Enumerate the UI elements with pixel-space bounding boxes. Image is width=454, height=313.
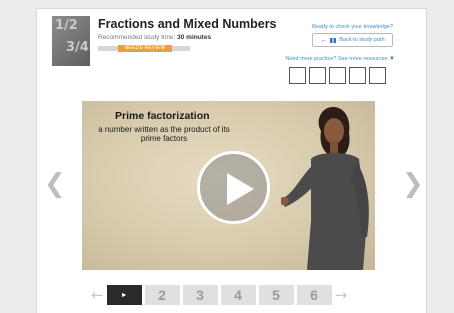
- bars-icon: [330, 37, 337, 43]
- more-resources-label: Need more practice? See more resources: [285, 56, 388, 62]
- thumbnail-fraction-bottom: 3/4: [66, 40, 89, 55]
- play-icon: [227, 173, 254, 205]
- resource-box-2[interactable]: [309, 67, 326, 84]
- caret-down-icon: ▼: [389, 56, 395, 62]
- study-time: Recommended study time: 30 minutes: [98, 34, 211, 41]
- segment-6[interactable]: 6: [296, 285, 332, 305]
- study-time-label: Recommended study time:: [98, 34, 176, 41]
- check-knowledge-link[interactable]: Ready to check your knowledge?: [312, 24, 393, 30]
- presenter-image: [281, 107, 369, 270]
- play-button[interactable]: [197, 151, 270, 224]
- chevron-right-icon[interactable]: ❯: [402, 169, 424, 199]
- arrow-left-icon: ←: [320, 36, 328, 44]
- chevron-left-icon[interactable]: ❮: [44, 169, 66, 199]
- segment-4[interactable]: 4: [220, 285, 256, 305]
- resource-boxes: [289, 67, 386, 84]
- lesson-title: Fractions and Mixed Numbers: [98, 17, 277, 31]
- thumbnail-fraction-top: 1/2: [55, 18, 78, 33]
- resource-box-3[interactable]: [329, 67, 346, 84]
- back-to-study-path-button[interactable]: ← Back to study path: [312, 33, 393, 47]
- status-badge: NEEDS REVIEW: [118, 45, 172, 52]
- segment-navigation: ← ► 2 3 4 5 6 →: [91, 285, 347, 305]
- more-resources-link[interactable]: Need more practice? See more resources ▼: [285, 56, 395, 62]
- study-time-value: 30 minutes: [177, 34, 212, 41]
- segment-3[interactable]: 3: [182, 285, 218, 305]
- segment-5[interactable]: 5: [258, 285, 294, 305]
- slide-text: a number written as the product of its p…: [98, 125, 230, 143]
- resource-box-5[interactable]: [369, 67, 386, 84]
- segment-next-arrow-icon[interactable]: →: [335, 286, 348, 304]
- video-player[interactable]: Prime factorization a number written as …: [82, 101, 375, 270]
- resource-box-4[interactable]: [349, 67, 366, 84]
- segment-prev-arrow-icon[interactable]: ←: [91, 286, 104, 304]
- slide-title: Prime factorization: [115, 110, 210, 122]
- lesson-thumbnail: 1/2 3/4: [52, 16, 90, 66]
- back-button-label: Back to study path: [339, 37, 385, 43]
- segment-2[interactable]: 2: [144, 285, 180, 305]
- resource-box-1[interactable]: [289, 67, 306, 84]
- segment-1-active[interactable]: ►: [106, 285, 142, 305]
